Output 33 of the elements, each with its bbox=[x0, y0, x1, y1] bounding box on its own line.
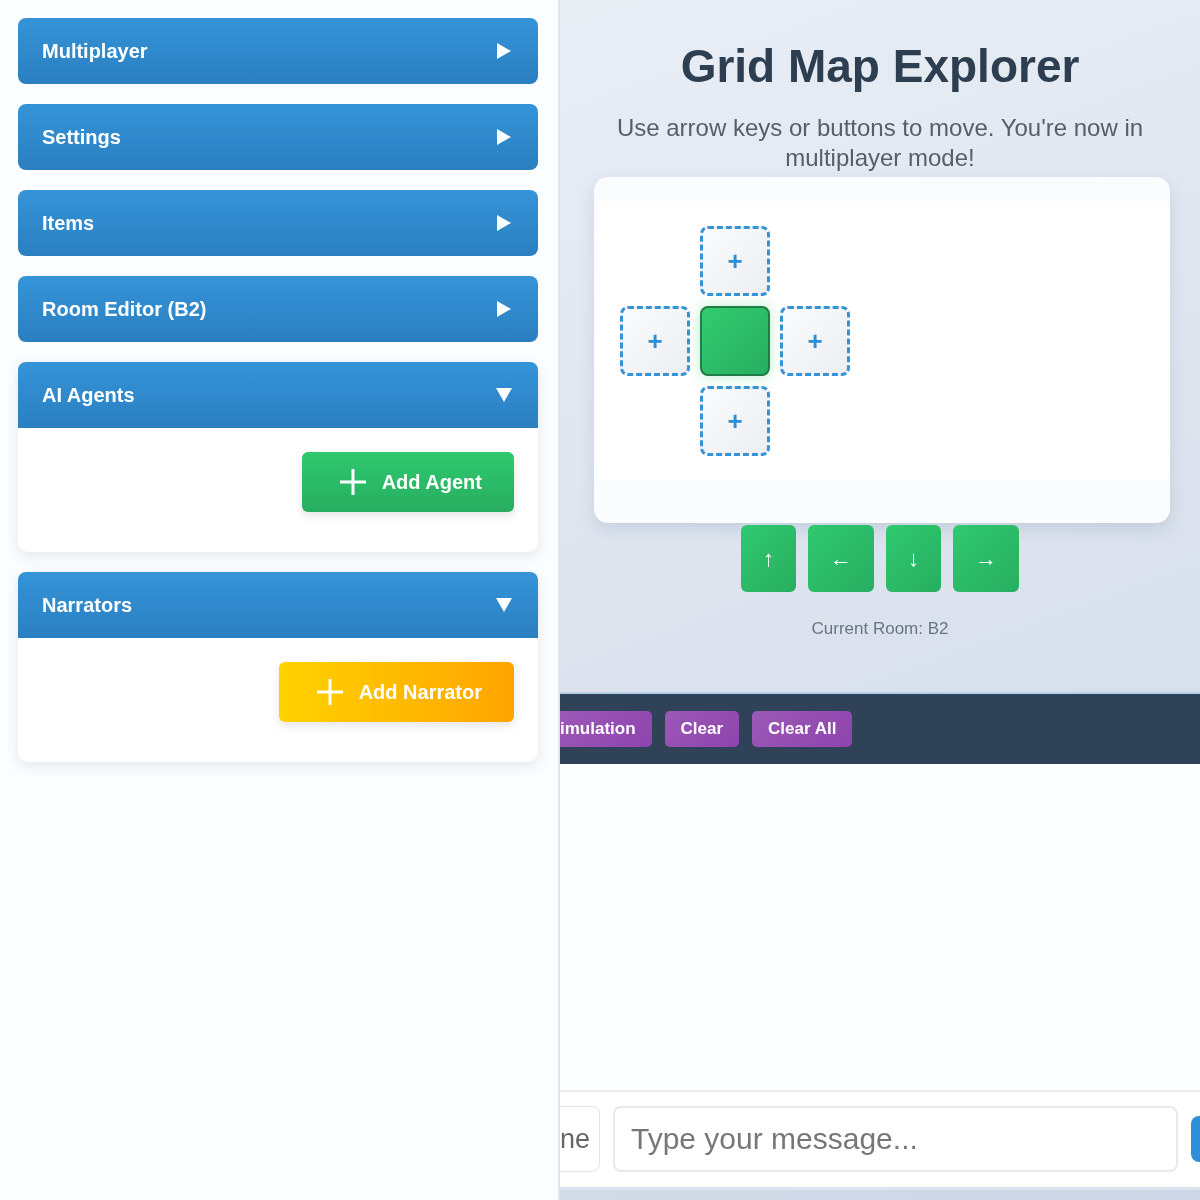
plus-icon bbox=[337, 467, 368, 497]
move-button[interactable]: ↓ bbox=[886, 525, 941, 592]
empty-room-tile[interactable]: + bbox=[620, 306, 690, 376]
panel-header[interactable]: Room Editor (B2) bbox=[18, 276, 538, 342]
caret-down-icon bbox=[496, 387, 512, 403]
caret-down-icon bbox=[496, 597, 512, 613]
caret-right-icon bbox=[496, 43, 512, 59]
panel-header[interactable]: Multiplayer bbox=[18, 18, 538, 84]
plus-icon bbox=[314, 677, 345, 707]
page-title: Grid Map Explorer bbox=[679, 39, 1081, 94]
instructions-text: Use arrow keys or buttons to move. You're now in multiplayer mode! bbox=[615, 113, 1145, 173]
caret-right-icon bbox=[496, 129, 512, 145]
caret-right-icon bbox=[496, 215, 512, 231]
toolbar-button[interactable]: Clear All bbox=[752, 710, 853, 747]
current-room-tile[interactable] bbox=[700, 306, 770, 376]
add-agent-button[interactable]: Add Agent bbox=[301, 452, 514, 512]
empty-room-tile[interactable]: + bbox=[700, 226, 770, 296]
panel-header[interactable]: Narrators bbox=[18, 572, 538, 638]
empty-room-tile[interactable]: + bbox=[700, 386, 770, 456]
toolbar-button[interactable]: imulation bbox=[560, 710, 652, 747]
move-button[interactable]: ↑ bbox=[741, 525, 796, 592]
send-button[interactable] bbox=[1191, 1116, 1200, 1162]
move-button[interactable]: → bbox=[953, 525, 1019, 592]
message-field[interactable]: Type your message... bbox=[613, 1106, 1178, 1172]
move-button[interactable]: ← bbox=[808, 525, 874, 592]
name-field[interactable]: ne bbox=[560, 1106, 600, 1172]
panel-header[interactable]: Items bbox=[18, 190, 538, 256]
empty-room-tile[interactable]: + bbox=[780, 306, 850, 376]
panel-header[interactable]: AI Agents bbox=[18, 362, 538, 428]
panel-header[interactable]: Settings bbox=[18, 104, 538, 170]
toolbar-button[interactable]: Clear bbox=[664, 710, 740, 747]
caret-right-icon bbox=[496, 301, 512, 317]
current-room-label: Current Room: B2 bbox=[810, 618, 950, 640]
